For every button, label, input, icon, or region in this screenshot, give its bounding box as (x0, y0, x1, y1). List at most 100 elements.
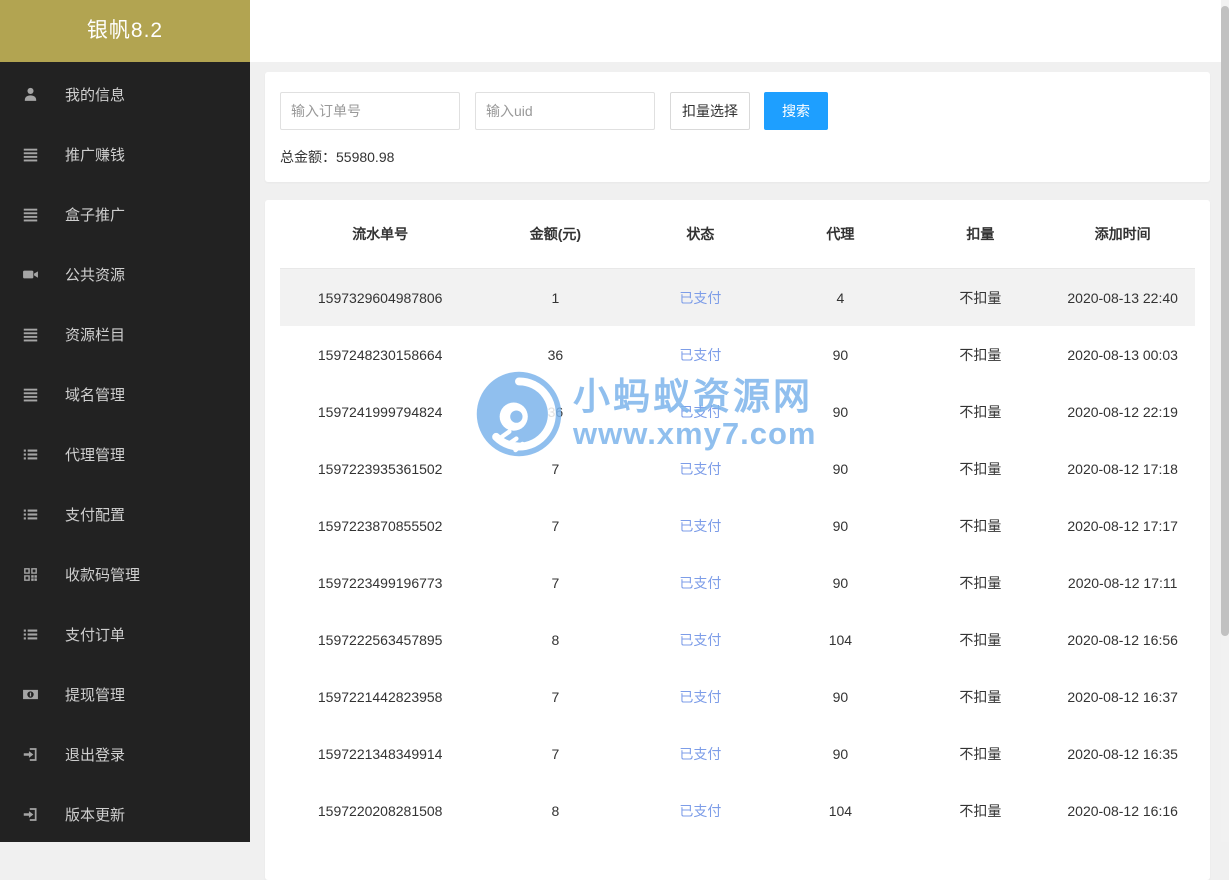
agent-cell: 90 (832, 745, 849, 762)
agent-cell: 90 (832, 688, 849, 705)
time-cell: 2020-08-12 17:11 (1067, 574, 1178, 591)
list-icon (23, 388, 38, 401)
video-icon (23, 270, 38, 278)
status-paid-link[interactable]: 已支付 (630, 801, 770, 821)
deduct-cell: 不扣量 (959, 346, 1002, 363)
status-paid-link[interactable]: 已支付 (630, 345, 770, 365)
search-row: 扣量选择 搜索 (280, 92, 1195, 130)
deduct-cell: 不扣量 (959, 460, 1002, 477)
column-header: 金额(元) (529, 226, 582, 242)
sidebar-item-logout[interactable]: 退出登录 (0, 724, 250, 784)
table-row: 1597223935361502 7 已支付 90 不扣量 2020-08-12 17:1… (280, 440, 1195, 497)
sidebar-item-agent-manage[interactable]: 代理管理 (0, 424, 250, 484)
amount-cell: 8 (551, 631, 560, 648)
table-row: 1597248230158664 36 已支付 90 不扣量 2020-08-13 00:… (280, 326, 1195, 383)
deduct-select-button[interactable]: 扣量选择 (670, 92, 750, 130)
status-paid-link[interactable]: 已支付 (630, 687, 770, 707)
time-cell: 2020-08-13 22:40 (1067, 289, 1178, 306)
status-paid-link[interactable]: 已支付 (630, 573, 770, 593)
sidebar-nav: 我的信息推广赚钱盒子推广公共资源资源栏目域名管理代理管理支付配置 收款码管理支付订… (0, 62, 250, 844)
sidebar: 银帆8.2 我的信息推广赚钱盒子推广公共资源资源栏目域名管理代理管理支付配置 收款… (0, 0, 250, 842)
status-paid-link[interactable]: 已支付 (630, 402, 770, 422)
deduct-cell: 不扣量 (959, 802, 1002, 819)
status-paid-link[interactable]: 已支付 (630, 630, 770, 650)
sidebar-item-box-promote[interactable]: 盒子推广 (0, 184, 250, 244)
sidebar-item-public-resource[interactable]: 公共资源 (0, 244, 250, 304)
deduct-cell: 不扣量 (959, 688, 1002, 705)
list-icon (23, 148, 38, 161)
agent-cell: 90 (832, 460, 849, 477)
main-content: 扣量选择 搜索 总金额：55980.98 流水单号 金额(元) 状态 代理 扣量 添加时间… (250, 0, 1229, 880)
topbar (250, 0, 1229, 62)
agent-cell: 104 (828, 802, 853, 819)
status-paid-link[interactable]: 已支付 (630, 744, 770, 764)
table-row: 1597241999794824 36 已支付 90 不扣量 2020-08-12 22:… (280, 383, 1195, 440)
order-number-cell: 1597221442823958 (317, 688, 443, 705)
table-row: 1597221348349914 7 已支付 90 不扣量 2020-08-12 16:3… (280, 725, 1195, 782)
list-ul-icon (23, 449, 38, 459)
money-icon (23, 689, 38, 699)
agent-cell: 90 (832, 403, 849, 420)
list-ul-icon (23, 629, 38, 639)
sidebar-item-qrcode-manage[interactable]: 收款码管理 (0, 544, 250, 604)
deduct-cell: 不扣量 (959, 403, 1002, 420)
order-number-input[interactable] (280, 92, 460, 130)
sidebar-item-domain-manage[interactable]: 域名管理 (0, 364, 250, 424)
sidebar-item-label: 资源栏目 (65, 326, 126, 344)
table-row: 1597223870855502 7 已支付 90 不扣量 2020-08-12 17:1… (280, 497, 1195, 554)
sidebar-item-promote-earn[interactable]: 推广赚钱 (0, 124, 250, 184)
orders-table-card: 流水单号 金额(元) 状态 代理 扣量 添加时间 1597329604987806 1 已支付… (265, 200, 1210, 880)
time-cell: 2020-08-12 16:16 (1067, 802, 1178, 819)
order-number-cell: 1597329604987806 (317, 289, 443, 306)
search-button[interactable]: 搜索 (764, 92, 828, 130)
amount-cell: 7 (551, 745, 560, 762)
scrollbar-track[interactable] (1221, 0, 1229, 842)
deduct-cell: 不扣量 (959, 574, 1002, 591)
deduct-cell: 不扣量 (959, 289, 1002, 306)
table-body: 1597329604987806 1 已支付 4 不扣量 2020-08-13 22:40… (280, 269, 1195, 839)
status-paid-link[interactable]: 已支付 (630, 516, 770, 536)
search-panel: 扣量选择 搜索 总金额：55980.98 (265, 72, 1210, 182)
time-cell: 2020-08-12 16:56 (1067, 631, 1178, 648)
deduct-cell: 不扣量 (959, 745, 1002, 762)
amount-cell: 36 (547, 346, 564, 363)
sidebar-item-withdraw-manage[interactable]: 提现管理 (0, 664, 250, 724)
deduct-cell: 不扣量 (959, 631, 1002, 648)
sidebar-item-resource-column[interactable]: 资源栏目 (0, 304, 250, 364)
column-header: 状态 (686, 226, 715, 242)
amount-cell: 7 (551, 460, 560, 477)
uid-input[interactable] (475, 92, 655, 130)
time-cell: 2020-08-12 16:37 (1067, 688, 1178, 705)
order-number-cell: 1597220208281508 (317, 802, 443, 819)
sidebar-item-label: 我的信息 (65, 86, 126, 104)
sidebar-item-my-info[interactable]: 我的信息 (0, 64, 250, 124)
column-header: 添加时间 (1094, 226, 1151, 242)
status-paid-link[interactable]: 已支付 (630, 459, 770, 479)
sidebar-item-version-update[interactable]: 版本更新 (0, 784, 250, 844)
deduct-cell: 不扣量 (959, 517, 1002, 534)
sidebar-item-label: 盒子推广 (65, 206, 126, 224)
time-cell: 2020-08-12 17:18 (1067, 460, 1178, 477)
sidebar-item-label: 推广赚钱 (65, 146, 126, 164)
amount-cell: 1 (551, 289, 560, 306)
amount-cell: 8 (551, 802, 560, 819)
agent-cell: 90 (832, 574, 849, 591)
scrollbar-thumb[interactable] (1221, 6, 1229, 636)
sidebar-item-label: 代理管理 (65, 446, 126, 464)
sidebar-item-pay-config[interactable]: 支付配置 (0, 484, 250, 544)
status-paid-link[interactable]: 已支付 (630, 288, 770, 308)
order-number-cell: 1597223935361502 (317, 460, 443, 477)
amount-cell: 7 (551, 517, 560, 534)
time-cell: 2020-08-13 00:03 (1067, 346, 1178, 363)
amount-cell: 7 (551, 688, 560, 705)
sidebar-item-pay-order[interactable]: 支付订单 (0, 604, 250, 664)
order-number-cell: 1597221348349914 (317, 745, 443, 762)
agent-cell: 104 (828, 631, 853, 648)
order-number-cell: 1597248230158664 (317, 346, 443, 363)
table-row: 1597220208281508 8 已支付 104 不扣量 2020-08-12 16:… (280, 782, 1195, 839)
sidebar-item-label: 支付订单 (65, 626, 126, 644)
brand-title: 银帆8.2 (0, 0, 250, 62)
signout-icon (23, 747, 37, 761)
sidebar-item-label: 退出登录 (65, 746, 126, 764)
agent-cell: 90 (832, 346, 849, 363)
